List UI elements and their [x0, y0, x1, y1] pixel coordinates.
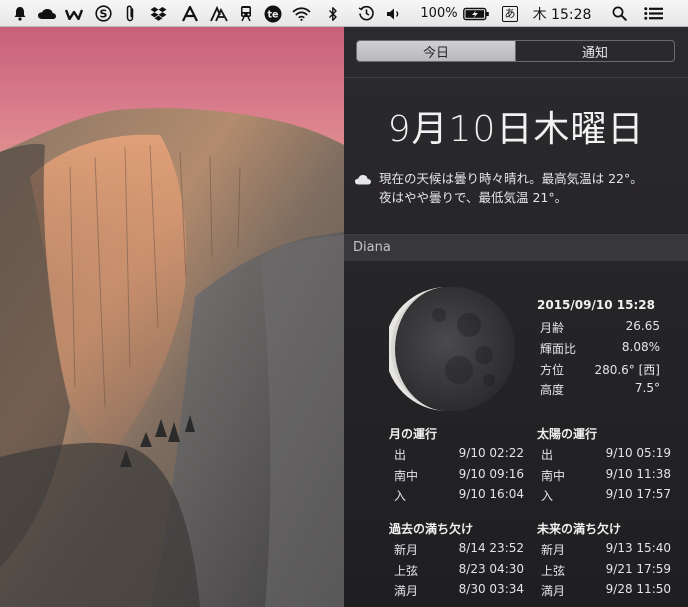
- past-first-quarter-row: 上弦 8/23 04:30: [394, 562, 524, 578]
- notification-center-icon[interactable]: [641, 0, 665, 27]
- spotlight-search-icon[interactable]: [608, 0, 630, 27]
- volume-icon[interactable]: [383, 0, 405, 27]
- train-icon[interactable]: [235, 0, 257, 27]
- menu-bar: S te 100% あ 木 15:28: [0, 0, 688, 27]
- tab-notifications[interactable]: 通知: [515, 41, 674, 61]
- past-phases-title: 過去の満ち欠け: [389, 522, 474, 536]
- moon-motion-title: 月の運行: [389, 427, 438, 441]
- sun-transit-row: 南中 9/10 11:38: [541, 467, 671, 483]
- moon-phase-image: [389, 287, 515, 411]
- divider: [344, 77, 688, 78]
- battery-percentage[interactable]: 100%: [418, 0, 460, 27]
- sun-rise-row: 出 9/10 05:19: [541, 446, 671, 462]
- weather-text: 現在の天候は曇り時々晴れ。最高気温は 22°。 夜はやや曇りで、最低気温 21°…: [379, 171, 643, 205]
- today-date-heading: 9月10日木曜日: [387, 109, 645, 150]
- moon-age-row: 月齢 26.65: [540, 319, 660, 335]
- dropbox-icon[interactable]: [147, 0, 169, 27]
- menubar-clock[interactable]: 木 15:28: [528, 0, 596, 27]
- altitude-row: 高度 7.5°: [540, 381, 660, 397]
- time-machine-icon[interactable]: [355, 0, 377, 27]
- diana-widget-title: Diana: [353, 240, 391, 255]
- half-dome-illustration: [0, 108, 344, 607]
- evernote-w-icon[interactable]: [63, 0, 85, 27]
- tab-today[interactable]: 今日: [357, 41, 515, 61]
- sun-motion-title: 太陽の運行: [537, 427, 598, 441]
- notification-center-panel: 今日 通知 9月10日木曜日 現在の天候は曇り時々晴れ。最高気温は 22°。 夜…: [344, 27, 688, 607]
- azimuth-row: 方位 280.6° [西]: [540, 363, 660, 377]
- input-method-indicator[interactable]: あ: [499, 0, 521, 27]
- future-phases-title: 未来の満ち欠け: [537, 522, 622, 536]
- future-new-moon-row: 新月 9/13 15:40: [541, 541, 671, 557]
- te-circle-icon[interactable]: te: [262, 0, 284, 27]
- wifi-icon[interactable]: [289, 0, 313, 27]
- font-a-icon[interactable]: [179, 0, 201, 27]
- diana-datetime: 2015/09/10 15:28: [537, 298, 655, 312]
- moon-set-row: 入 9/10 16:04: [394, 487, 524, 503]
- future-first-quarter-row: 上弦 9/21 17:59: [541, 562, 671, 578]
- battery-charging-icon[interactable]: [461, 0, 491, 27]
- past-new-moon-row: 新月 8/14 23:52: [394, 541, 524, 557]
- future-full-moon-row: 満月 9/28 11:50: [541, 582, 671, 598]
- paperclip-icon[interactable]: [120, 0, 140, 27]
- svg-text:te: te: [268, 9, 279, 20]
- desktop-wallpaper: [0, 27, 344, 607]
- creative-cloud-icon[interactable]: [35, 0, 59, 27]
- bluetooth-icon[interactable]: [325, 0, 341, 27]
- moon-rise-row: 出 9/10 02:22: [394, 446, 524, 462]
- s-circle-icon[interactable]: S: [92, 0, 114, 27]
- typesetting-a-icon[interactable]: [207, 0, 231, 27]
- sun-set-row: 入 9/10 17:57: [541, 487, 671, 503]
- notification-bell-icon[interactable]: [9, 0, 31, 27]
- moon-transit-row: 南中 9/10 09:16: [394, 467, 524, 483]
- nc-segmented-tabs: 今日 通知: [356, 40, 675, 62]
- illumination-row: 輝面比 8.08%: [540, 340, 660, 356]
- svg-text:S: S: [99, 8, 107, 21]
- diana-widget-header[interactable]: Diana: [344, 235, 688, 261]
- cloud-icon: [355, 175, 371, 185]
- past-full-moon-row: 満月 8/30 03:34: [394, 582, 524, 598]
